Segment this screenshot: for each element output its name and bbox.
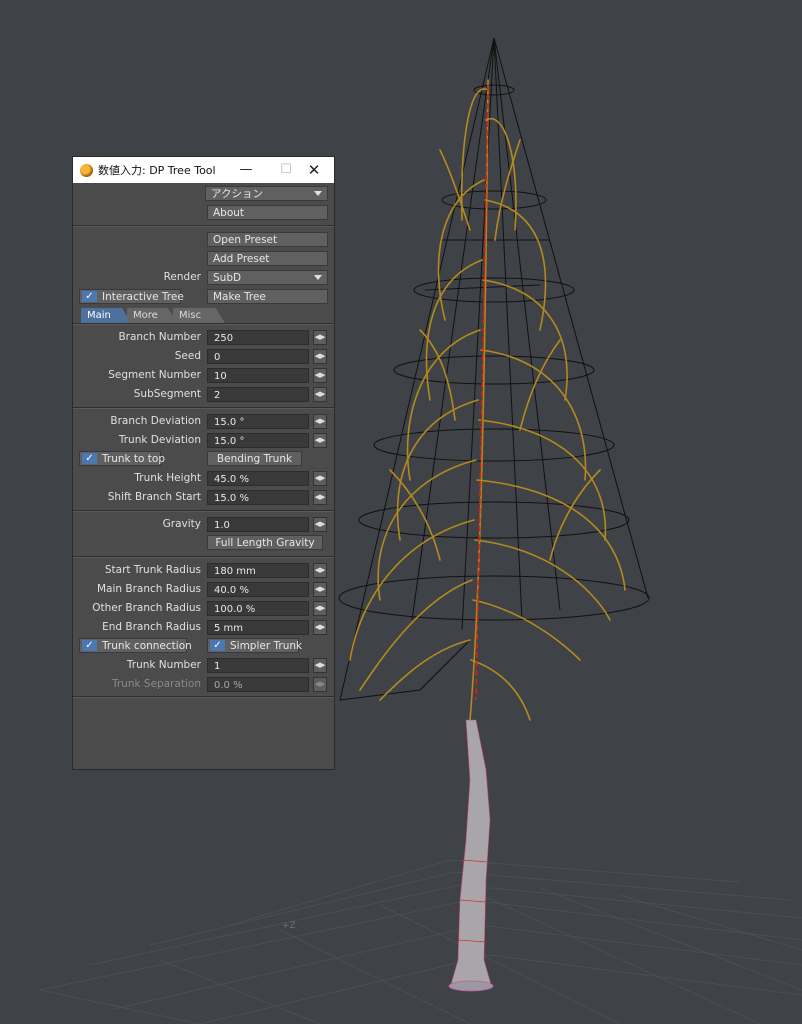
trunk-number-label: Trunk Number — [126, 659, 201, 671]
make-tree-button[interactable]: Make Tree — [207, 289, 328, 304]
open-preset-button[interactable]: Open Preset — [207, 232, 328, 247]
interactive-tree-checkbox[interactable]: ✓ Interactive Tree — [79, 289, 184, 304]
start-trunk-radius-label: Start Trunk Radius — [104, 564, 201, 576]
trunk-deviation-input[interactable]: 15.0 ° — [207, 433, 309, 448]
trunk-connection-checkbox[interactable]: ✓ Trunk connection — [79, 638, 192, 653]
action-dropdown[interactable]: アクション — [205, 186, 328, 201]
tab-main[interactable]: Main — [81, 308, 131, 323]
simpler-trunk-label: Simpler Trunk — [230, 640, 303, 652]
main-branch-radius-spinner-icon[interactable]: ◀▶ — [313, 582, 327, 597]
divider — [73, 556, 334, 558]
trunk-separation-input: 0.0 % — [207, 677, 309, 692]
check-icon: ✓ — [82, 291, 97, 302]
bending-trunk-button[interactable]: Bending Trunk — [207, 451, 302, 466]
tab-misc[interactable]: Misc — [173, 308, 225, 323]
gravity-spinner-icon[interactable]: ◀▶ — [313, 517, 327, 532]
full-length-gravity-button[interactable]: Full Length Gravity — [207, 535, 323, 550]
main-branch-radius-label: Main Branch Radius — [97, 583, 201, 595]
trunk-height-input[interactable]: 45.0 % — [207, 471, 309, 486]
dp-tree-tool-panel: 数値入力: DP Tree Tool — ☐ ✕ アクション About Ope… — [72, 156, 335, 770]
axis-label: +Z — [282, 921, 296, 931]
render-label: Render — [163, 271, 201, 283]
check-icon: ✓ — [210, 640, 225, 651]
trunk-separation-label: Trunk Separation — [111, 678, 201, 690]
trunk-height-label: Trunk Height — [134, 472, 201, 484]
divider — [73, 696, 334, 698]
window-title: 数値入力: DP Tree Tool — [98, 164, 216, 177]
segment-number-label: Segment Number — [108, 369, 201, 381]
render-dropdown[interactable]: SubD — [207, 270, 328, 285]
trunk-height-spinner-icon[interactable]: ◀▶ — [313, 471, 327, 486]
tree-branches — [349, 79, 626, 721]
interactive-tree-label: Interactive Tree — [102, 291, 184, 303]
branch-deviation-spinner-icon[interactable]: ◀▶ — [313, 414, 327, 429]
other-branch-radius-input[interactable]: 100.0 % — [207, 601, 309, 616]
main-branch-radius-input[interactable]: 40.0 % — [207, 582, 309, 597]
divider — [73, 225, 334, 227]
subsegment-label: SubSegment — [133, 388, 201, 400]
minimize-button[interactable]: — — [226, 157, 266, 183]
close-button[interactable]: ✕ — [294, 157, 334, 183]
tree-trunk — [448, 719, 494, 992]
other-branch-radius-label: Other Branch Radius — [92, 602, 201, 614]
cone-cage-wireframe — [338, 37, 650, 701]
subsegment-input[interactable]: 2 — [207, 387, 309, 402]
ground-grid — [39, 859, 802, 1024]
trunk-number-spinner-icon[interactable]: ◀▶ — [313, 658, 327, 673]
subsegment-spinner-icon[interactable]: ◀▶ — [313, 387, 327, 402]
gravity-input[interactable]: 1.0 — [207, 517, 309, 532]
divider — [73, 323, 334, 325]
simpler-trunk-checkbox[interactable]: ✓ Simpler Trunk — [207, 638, 303, 653]
branch-number-label: Branch Number — [118, 331, 201, 343]
branch-number-spinner-icon[interactable]: ◀▶ — [313, 330, 327, 345]
shift-branch-start-spinner-icon[interactable]: ◀▶ — [313, 490, 327, 505]
start-trunk-radius-input[interactable]: 180 mm — [207, 563, 309, 578]
divider — [73, 407, 334, 409]
seed-input[interactable]: 0 — [207, 349, 309, 364]
end-branch-radius-input[interactable]: 5 mm — [207, 620, 309, 635]
segment-number-input[interactable]: 10 — [207, 368, 309, 383]
tab-more[interactable]: More — [127, 308, 177, 323]
other-branch-radius-spinner-icon[interactable]: ◀▶ — [313, 601, 327, 616]
branch-number-input[interactable]: 250 — [207, 330, 309, 345]
trunk-separation-spinner-icon: ◀▶ — [313, 677, 327, 692]
divider — [73, 510, 334, 512]
shift-branch-start-label: Shift Branch Start — [107, 491, 201, 503]
add-preset-button[interactable]: Add Preset — [207, 251, 328, 266]
trunk-centerline — [475, 84, 489, 701]
gravity-label: Gravity — [162, 518, 201, 530]
trunk-to-top-checkbox[interactable]: ✓ Trunk to top — [79, 451, 165, 466]
trunk-to-top-label: Trunk to top — [102, 453, 165, 465]
seed-label: Seed — [174, 350, 201, 362]
trunk-deviation-spinner-icon[interactable]: ◀▶ — [313, 433, 327, 448]
branch-deviation-label: Branch Deviation — [110, 415, 201, 427]
about-button[interactable]: About — [207, 205, 328, 220]
trunk-number-input[interactable]: 1 — [207, 658, 309, 673]
check-icon: ✓ — [82, 640, 97, 651]
start-trunk-radius-spinner-icon[interactable]: ◀▶ — [313, 563, 327, 578]
lightwave-app-icon — [80, 163, 93, 177]
end-branch-radius-spinner-icon[interactable]: ◀▶ — [313, 620, 327, 635]
trunk-deviation-label: Trunk Deviation — [118, 434, 201, 446]
shift-branch-start-input[interactable]: 15.0 % — [207, 490, 309, 505]
end-branch-radius-label: End Branch Radius — [102, 621, 201, 633]
segment-number-spinner-icon[interactable]: ◀▶ — [313, 368, 327, 383]
trunk-connection-label: Trunk connection — [102, 640, 192, 652]
seed-spinner-icon[interactable]: ◀▶ — [313, 349, 327, 364]
window-titlebar[interactable]: 数値入力: DP Tree Tool — ☐ ✕ — [73, 157, 334, 183]
check-icon: ✓ — [82, 453, 97, 464]
branch-deviation-input[interactable]: 15.0 ° — [207, 414, 309, 429]
